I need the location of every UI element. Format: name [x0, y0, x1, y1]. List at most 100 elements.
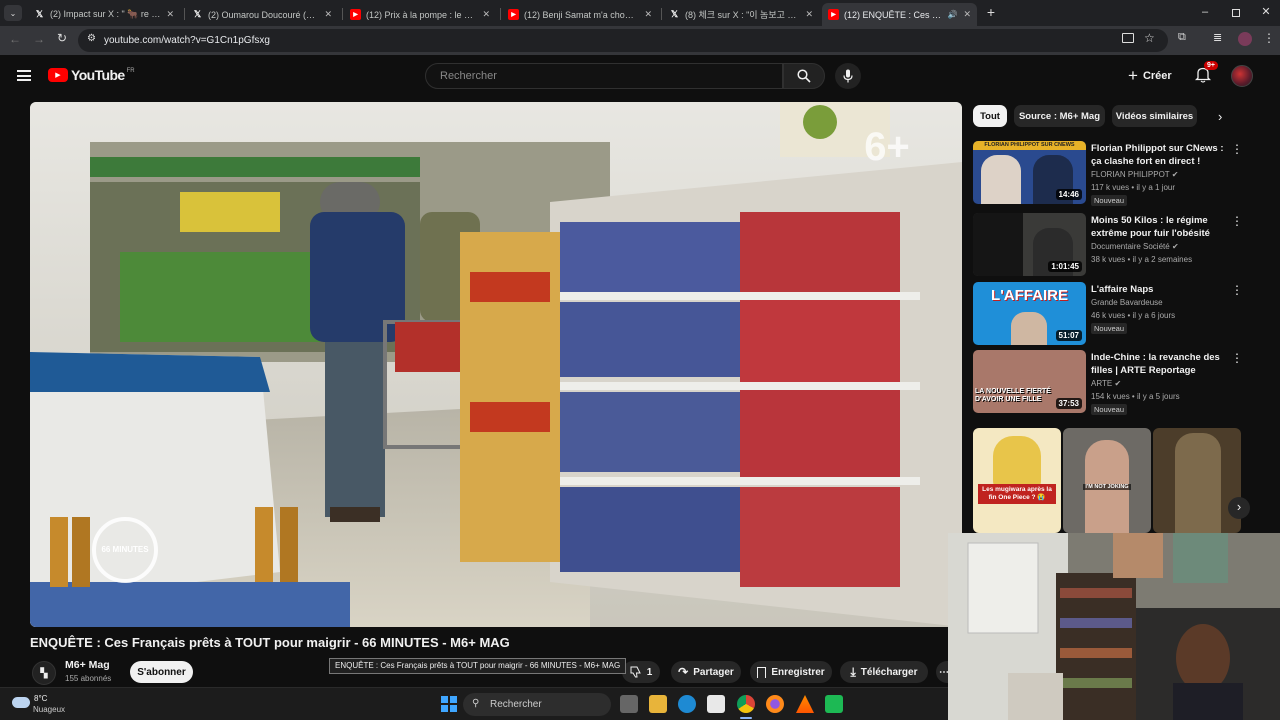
- new-badge: Nouveau: [1091, 323, 1128, 334]
- obs-app-icon[interactable]: [825, 695, 843, 713]
- browser-tab[interactable]: 𝕏 (8) 체크 sur X : "이 놈보고 레즈 ✕: [663, 3, 819, 26]
- media-controls-icon[interactable]: ≣: [1213, 31, 1222, 44]
- microsoft-store-icon[interactable]: [707, 695, 725, 713]
- close-icon[interactable]: ✕: [644, 9, 652, 20]
- cast-icon[interactable]: [1122, 33, 1134, 43]
- back-arrow-icon[interactable]: ←: [9, 32, 21, 46]
- more-vertical-icon[interactable]: ⋮: [1231, 142, 1243, 156]
- recommendation-title[interactable]: Moins 50 Kilos : le régime extrême pour …: [1091, 214, 1231, 240]
- restore-icon[interactable]: [1229, 6, 1243, 20]
- recommendation-thumbnail[interactable]: LA NOUVELLE FIERTÉ D'AVOIR UNE FILLE 37:…: [973, 350, 1086, 413]
- title-tooltip: ENQUÊTE : Ces Français prêts à TOUT pour…: [329, 658, 627, 674]
- search-input[interactable]: [440, 64, 770, 88]
- browser-tab[interactable]: ▶ (12) Benji Samat m'a choqué... ✕: [502, 3, 658, 26]
- taskbar-search-label: Rechercher: [490, 699, 542, 710]
- browser-menu-icon[interactable]: ⋮: [1263, 31, 1275, 45]
- tab-search-button[interactable]: ⌄: [4, 5, 22, 21]
- channel-name-text: ARTE: [1091, 379, 1113, 388]
- more-vertical-icon[interactable]: ⋮: [1231, 351, 1243, 365]
- recommendation-item[interactable]: FLORIAN PHILIPPOT SUR CNEWS 14:46 Floria…: [973, 141, 1263, 207]
- url-text: youtube.com/watch?v=G1Cn1pGfsxg: [104, 35, 270, 46]
- short-thumbnail[interactable]: Les mugiwara après la fin One Piece ? 😭: [973, 428, 1061, 533]
- recommendation-item[interactable]: L'AFFAIRE 51:07 L'affaire Naps Grande Ba…: [973, 282, 1263, 348]
- recommendation-title[interactable]: L'affaire Naps: [1091, 283, 1231, 296]
- thumb-figure: [981, 155, 1021, 204]
- video-player[interactable]: 66 MINUTES 6+: [30, 102, 962, 627]
- chip-source[interactable]: Source : M6+ Mag: [1014, 105, 1105, 127]
- search-button[interactable]: [783, 63, 825, 89]
- subscribe-button[interactable]: S'abonner: [130, 661, 193, 683]
- notifications-button[interactable]: 9+: [1194, 61, 1218, 84]
- channel-name[interactable]: M6+ Mag: [65, 659, 110, 671]
- site-info-icon[interactable]: ⚙: [87, 33, 96, 44]
- youtube-logo[interactable]: ▶ YouTube FR: [48, 67, 135, 83]
- more-vertical-icon[interactable]: ⋮: [1231, 283, 1243, 297]
- channel-name-text: Documentaire Société: [1091, 242, 1170, 251]
- share-button[interactable]: ↷ Partager: [671, 661, 741, 683]
- recommendation-thumbnail[interactable]: FLORIAN PHILIPPOT SUR CNEWS 14:46: [973, 141, 1086, 204]
- shorts-next-button[interactable]: ›: [1228, 497, 1250, 519]
- weather-temperature[interactable]: 8°C: [34, 694, 47, 703]
- streamer-webcam-overlay: [948, 533, 1280, 720]
- recommendation-item[interactable]: LA NOUVELLE FIERTÉ D'AVOIR UNE FILLE 37:…: [973, 350, 1263, 416]
- reload-icon[interactable]: ↻: [57, 31, 67, 45]
- short-thumbnail[interactable]: [1153, 428, 1241, 533]
- chips-next-button[interactable]: ›: [1218, 109, 1222, 124]
- tab-divider: [500, 8, 501, 20]
- browser-tab[interactable]: 𝕏 (2) Impact sur X : " 🐂 re 🐂 FLA ✕: [28, 3, 180, 26]
- recommendation-thumbnail[interactable]: L'AFFAIRE 51:07: [973, 282, 1086, 345]
- recommendation-title[interactable]: Florian Philippot sur CNews : ça clashe …: [1091, 142, 1231, 168]
- youtube-masthead: ▶ YouTube FR + Créer 9+: [0, 55, 1280, 97]
- recommendation-item[interactable]: 1:01:45 Moins 50 Kilos : le régime extrê…: [973, 213, 1263, 279]
- browser-tab-label: (12) Prix à la pompe : le carbur: [366, 9, 477, 20]
- dislike-button[interactable]: 1: [622, 661, 660, 683]
- voice-search-button[interactable]: [835, 63, 861, 89]
- vlc-player-icon[interactable]: [796, 695, 814, 713]
- chip-similar-videos[interactable]: Vidéos similaires: [1112, 105, 1197, 127]
- speaker-icon[interactable]: 🔊: [947, 10, 957, 19]
- close-icon[interactable]: ✕: [805, 9, 813, 20]
- taskbar-search[interactable]: ⚲ Rechercher: [463, 693, 611, 716]
- browser-tab-active[interactable]: ▶ (12) ENQUÊTE : Ces Françai 🔊 ✕: [822, 3, 977, 26]
- close-icon[interactable]: ✕: [324, 9, 332, 20]
- create-button[interactable]: + Créer: [1128, 63, 1172, 89]
- close-icon[interactable]: ✕: [166, 9, 174, 20]
- minimize-icon[interactable]: –: [1198, 6, 1212, 20]
- forward-arrow-icon[interactable]: →: [33, 32, 45, 46]
- download-button[interactable]: ⤓ Télécharger: [840, 661, 928, 683]
- short-figure: [1175, 433, 1221, 533]
- windows-taskbar: 8°C Nuageux ⚲ Rechercher: [0, 687, 948, 720]
- hamburger-menu-icon[interactable]: [17, 70, 31, 81]
- chrome-browser-icon[interactable]: [737, 695, 755, 713]
- subscriber-count: 155 abonnés: [65, 674, 112, 683]
- weather-description[interactable]: Nuageux: [33, 705, 65, 714]
- browser-tab-label: (2) Impact sur X : " 🐂 re 🐂 FLA: [50, 9, 160, 19]
- browser-tab[interactable]: ▶ (12) Prix à la pompe : le carbur ✕: [344, 3, 496, 26]
- youtube-wordmark: YouTube: [71, 67, 125, 83]
- file-explorer-icon[interactable]: [649, 695, 667, 713]
- close-icon[interactable]: ✕: [963, 9, 971, 20]
- recommendation-title[interactable]: Inde-Chine : la revanche des filles | AR…: [1091, 351, 1231, 377]
- window-close-icon[interactable]: ✕: [1259, 5, 1273, 19]
- short-thumbnail[interactable]: I'M NOT JOKING: [1063, 428, 1151, 533]
- firefox-browser-icon[interactable]: [766, 695, 784, 713]
- recommendation-thumbnail[interactable]: 1:01:45: [973, 213, 1086, 276]
- profile-avatar[interactable]: [1238, 32, 1252, 46]
- star-icon[interactable]: ☆: [1144, 31, 1155, 45]
- windows-start-icon[interactable]: [441, 696, 457, 712]
- save-button[interactable]: Enregistrer: [750, 661, 832, 683]
- extensions-icon[interactable]: ⧉: [1178, 31, 1186, 44]
- new-badge: Nouveau: [1091, 195, 1128, 206]
- verified-check-icon: ✔: [1171, 242, 1179, 251]
- more-vertical-icon[interactable]: ⋮: [1231, 214, 1243, 228]
- browser-tab-strip: ⌄ 𝕏 (2) Impact sur X : " 🐂 re 🐂 FLA ✕ 𝕏 …: [0, 0, 1280, 26]
- close-icon[interactable]: ✕: [482, 9, 490, 20]
- program-watermark-logo: 66 MINUTES: [92, 517, 158, 583]
- chip-all[interactable]: Tout: [973, 105, 1007, 127]
- browser-tab[interactable]: 𝕏 (2) Oumarou Doucouré (@Oum ✕: [186, 3, 338, 26]
- account-avatar[interactable]: [1231, 65, 1253, 87]
- channel-avatar[interactable]: ▚: [32, 661, 56, 685]
- edge-browser-icon[interactable]: [678, 695, 696, 713]
- task-view-icon[interactable]: [620, 695, 638, 713]
- new-tab-button[interactable]: +: [983, 4, 999, 20]
